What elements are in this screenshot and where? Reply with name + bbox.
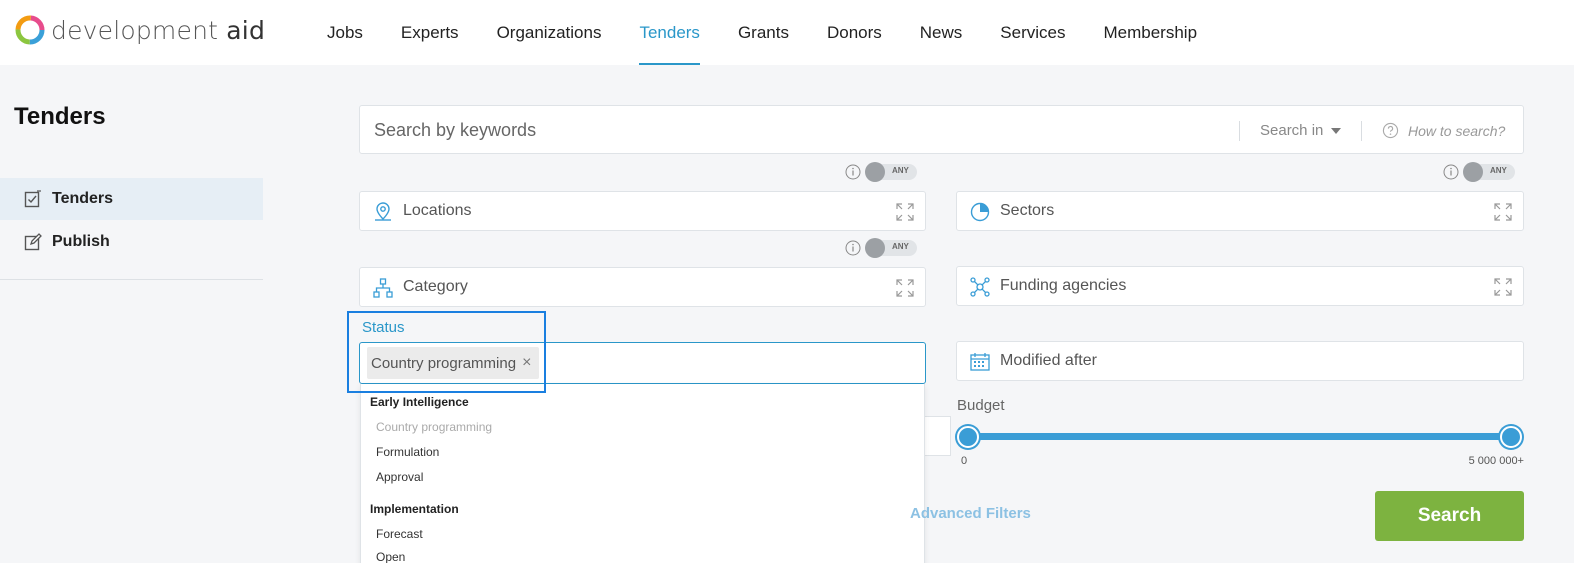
budget-min-value: 0 bbox=[961, 455, 968, 467]
info-icon bbox=[845, 164, 861, 180]
close-icon[interactable]: × bbox=[522, 354, 531, 372]
brand-name-light: development bbox=[51, 15, 219, 45]
budget-slider-track[interactable] bbox=[968, 433, 1511, 440]
dropdown-option: Country programming bbox=[376, 420, 493, 434]
category-label: Category bbox=[403, 278, 468, 295]
divider bbox=[1239, 121, 1240, 141]
info-icon bbox=[845, 240, 861, 256]
top-header: development aid Jobs Experts Organizatio… bbox=[0, 0, 1574, 65]
network-icon bbox=[970, 277, 990, 297]
toggle-track: ANY bbox=[865, 238, 917, 258]
budget-slider-max-handle[interactable] bbox=[1500, 426, 1522, 448]
edit-icon bbox=[24, 233, 42, 251]
dropdown-group-header: Early Intelligence bbox=[370, 395, 469, 409]
nav-services[interactable]: Services bbox=[981, 0, 1084, 65]
toggle-knob bbox=[865, 238, 885, 258]
nav-organizations[interactable]: Organizations bbox=[478, 0, 621, 65]
status-dropdown-menu: Early Intelligence Country programming F… bbox=[360, 384, 925, 563]
dropdown-group-header: Implementation bbox=[370, 502, 459, 516]
pie-chart-icon bbox=[970, 202, 990, 222]
main-nav: Jobs Experts Organizations Tenders Grant… bbox=[308, 0, 1216, 65]
funding-agencies-label: Funding agencies bbox=[1000, 277, 1127, 294]
logo[interactable]: development aid bbox=[14, 14, 265, 46]
toggle-knob bbox=[865, 162, 885, 182]
nav-jobs[interactable]: Jobs bbox=[308, 0, 382, 65]
sidebar-item-tenders[interactable]: Tenders bbox=[0, 178, 263, 220]
calendar-icon bbox=[970, 353, 990, 371]
search-in-dropdown[interactable]: Search in bbox=[1260, 122, 1342, 139]
sidebar-item-publish[interactable]: Publish bbox=[0, 221, 263, 263]
search-in-label: Search in bbox=[1260, 122, 1324, 139]
sectors-label: Sectors bbox=[1000, 202, 1055, 219]
nav-membership[interactable]: Membership bbox=[1084, 0, 1216, 65]
expand-icon[interactable] bbox=[1494, 278, 1512, 296]
sidebar-item-label: Publish bbox=[52, 233, 110, 250]
search-input[interactable] bbox=[374, 120, 1194, 141]
expand-icon[interactable] bbox=[896, 203, 914, 221]
brand-name-bold: aid bbox=[226, 15, 266, 45]
info-icon bbox=[1443, 164, 1459, 180]
toggle-label: ANY bbox=[1490, 166, 1507, 175]
modified-after-field[interactable]: Modified after bbox=[956, 341, 1524, 381]
status-select[interactable]: Country programming × bbox=[359, 342, 926, 384]
toggle-knob bbox=[1463, 162, 1483, 182]
page-title: Tenders bbox=[14, 103, 106, 130]
keyword-search-bar: Search in How to search? bbox=[359, 105, 1524, 154]
modified-after-label: Modified after bbox=[1000, 352, 1097, 369]
budget-slider-min-handle[interactable] bbox=[957, 426, 979, 448]
how-to-search-label: How to search? bbox=[1408, 122, 1506, 139]
how-to-search-link[interactable]: How to search? bbox=[1382, 122, 1505, 139]
dropdown-option[interactable]: Forecast bbox=[376, 527, 423, 541]
expand-icon[interactable] bbox=[896, 279, 914, 297]
toggle-label: ANY bbox=[892, 242, 909, 251]
sectors-field[interactable]: Sectors bbox=[956, 191, 1524, 231]
divider bbox=[1361, 121, 1362, 141]
caret-down-icon bbox=[1331, 127, 1342, 134]
nav-tenders[interactable]: Tenders bbox=[620, 0, 718, 65]
locations-any-toggle[interactable]: ANY bbox=[845, 162, 917, 182]
hidden-field-edge bbox=[921, 416, 951, 456]
budget-label: Budget bbox=[957, 397, 1005, 414]
locations-field[interactable]: Locations bbox=[359, 191, 926, 231]
nav-donors[interactable]: Donors bbox=[808, 0, 901, 65]
advanced-filters-link[interactable]: Advanced Filters bbox=[910, 505, 1031, 522]
budget-max-value: 5 000 000+ bbox=[1468, 455, 1524, 467]
selected-status-chip: Country programming × bbox=[367, 347, 540, 379]
expand-icon[interactable] bbox=[1494, 203, 1512, 221]
dropdown-option[interactable]: Formulation bbox=[376, 445, 439, 459]
toggle-label: ANY bbox=[892, 166, 909, 175]
nav-grants[interactable]: Grants bbox=[719, 0, 808, 65]
hierarchy-icon bbox=[373, 278, 393, 298]
funding-agencies-field[interactable]: Funding agencies bbox=[956, 266, 1524, 306]
toggle-track: ANY bbox=[1463, 162, 1515, 182]
sectors-any-toggle[interactable]: ANY bbox=[1443, 162, 1515, 182]
search-button[interactable]: Search bbox=[1375, 491, 1524, 541]
category-any-toggle[interactable]: ANY bbox=[845, 238, 917, 258]
locations-label: Locations bbox=[403, 202, 472, 219]
logo-icon bbox=[15, 15, 45, 45]
chip-label: Country programming bbox=[371, 354, 517, 372]
checklist-icon bbox=[24, 190, 41, 208]
sidebar-divider bbox=[0, 279, 263, 280]
category-field[interactable]: Category bbox=[359, 267, 926, 307]
help-icon bbox=[1382, 122, 1399, 139]
nav-experts[interactable]: Experts bbox=[382, 0, 478, 65]
dropdown-option[interactable]: Approval bbox=[376, 470, 423, 484]
status-label: Status bbox=[362, 319, 405, 336]
sidebar-item-label: Tenders bbox=[52, 190, 114, 207]
toggle-track: ANY bbox=[865, 162, 917, 182]
dropdown-option[interactable]: Open bbox=[376, 550, 405, 563]
location-pin-icon bbox=[375, 202, 391, 221]
nav-news[interactable]: News bbox=[901, 0, 982, 65]
